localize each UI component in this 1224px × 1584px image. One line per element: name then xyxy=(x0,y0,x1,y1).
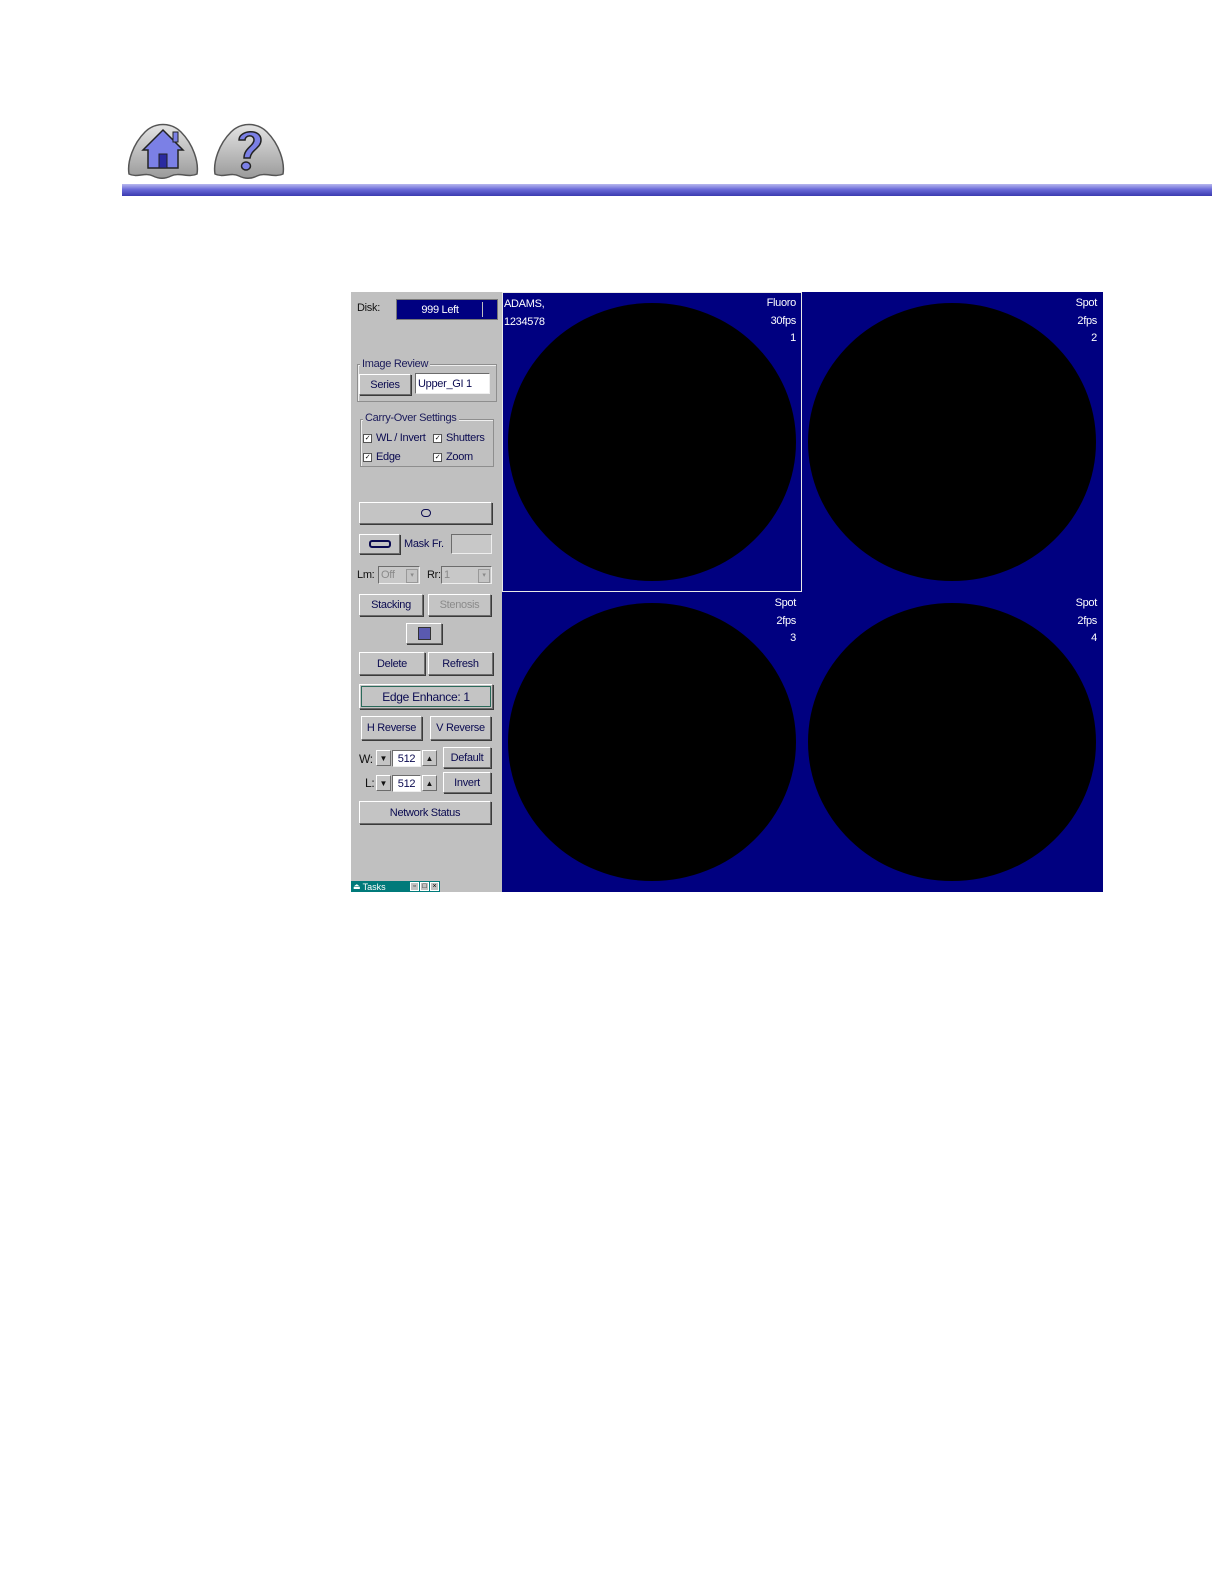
carry-over-title: Carry-Over Settings xyxy=(363,412,459,424)
level-decrease-button[interactable]: ▼ xyxy=(376,775,391,791)
mask-frame-field[interactable] xyxy=(451,534,492,554)
image-index: 4 xyxy=(1091,632,1097,644)
color-swatch-button[interactable] xyxy=(406,623,442,644)
image-field-circle xyxy=(508,303,796,581)
viewport-3[interactable]: Spot 2fps 3 xyxy=(502,592,802,892)
series-field[interactable]: Upper_GI 1 xyxy=(415,373,490,394)
link-icon xyxy=(420,509,431,517)
invert-button[interactable]: Invert xyxy=(443,772,491,793)
chevron-down-icon: ▾ xyxy=(478,569,490,583)
triangle-down-icon: ▼ xyxy=(379,753,388,763)
frame-rate: 2fps xyxy=(1077,614,1097,627)
acquisition-mode: Fluoro xyxy=(766,297,797,309)
image-field-circle xyxy=(808,303,1096,581)
close-icon[interactable]: × xyxy=(430,882,439,891)
home-icon xyxy=(127,123,199,179)
maximize-icon[interactable]: □ xyxy=(420,882,429,891)
acquisition-mode: Spot xyxy=(1075,597,1098,609)
edge-checkbox[interactable]: ✓ Edge xyxy=(363,451,401,463)
frame-rate: 2fps xyxy=(776,614,796,627)
tasks-label: Tasks xyxy=(362,881,386,892)
tasks-taskbar[interactable]: ⏏ Tasks ▫ □ × xyxy=(351,881,440,892)
tasks-menu-icon: ⏏ xyxy=(353,882,361,891)
shutters-checkbox[interactable]: ✓ Shutters xyxy=(433,432,485,444)
mask-frame-label: Mask Fr. xyxy=(404,538,444,550)
rr-label: Rr: xyxy=(427,569,441,581)
wl-invert-checkbox[interactable]: ✓ WL / Invert xyxy=(363,432,426,444)
frame-rate: 30fps xyxy=(770,314,797,327)
chevron-down-icon: ▾ xyxy=(406,569,418,583)
image-field-circle xyxy=(508,603,796,881)
acquisition-info: Fluoro 30fps 1 xyxy=(766,295,797,348)
frame-rate: 2fps xyxy=(1077,314,1097,327)
rr-select[interactable]: 1 ▾ xyxy=(441,566,492,584)
network-status-button[interactable]: Network Status xyxy=(359,801,491,824)
viewport-1[interactable]: ADAMS, 1234578 Fluoro 30fps 1 xyxy=(502,292,802,592)
patient-info: ADAMS, 1234578 xyxy=(504,296,545,331)
acquisition-info: Spot 2fps 4 xyxy=(1075,595,1098,648)
window-label: W: xyxy=(359,752,373,766)
window-value-field[interactable]: 512 xyxy=(392,750,421,767)
h-reverse-button[interactable]: H Reverse xyxy=(361,716,422,740)
image-index: 3 xyxy=(790,632,796,644)
triangle-up-icon: ▲ xyxy=(425,753,434,763)
triangle-up-icon: ▲ xyxy=(425,778,434,788)
patient-id: 1234578 xyxy=(504,315,545,328)
disk-space-field: 999 Left xyxy=(396,299,498,320)
refresh-button[interactable]: Refresh xyxy=(428,652,493,675)
default-button[interactable]: Default xyxy=(443,747,491,768)
mask-icon xyxy=(368,540,391,548)
restore-icon[interactable]: ▫ xyxy=(410,882,419,891)
acquisition-mode: Spot xyxy=(774,597,797,609)
window-increase-button[interactable]: ▲ xyxy=(422,750,437,766)
image-review-title: Image Review xyxy=(360,358,431,370)
acquisition-mode: Spot xyxy=(1075,297,1098,309)
image-review-window: Disk: 999 Left Image Review Series Upper… xyxy=(351,292,1103,892)
image-index: 1 xyxy=(790,332,796,344)
disk-space-value: 999 Left xyxy=(421,303,459,316)
window-decrease-button[interactable]: ▼ xyxy=(376,750,391,766)
lm-label: Lm: xyxy=(357,569,375,581)
home-button[interactable] xyxy=(125,118,201,180)
stacking-button[interactable]: Stacking xyxy=(359,594,423,616)
zoom-checkbox[interactable]: ✓ Zoom xyxy=(433,451,473,463)
header-divider xyxy=(122,184,1212,196)
viewport-4[interactable]: Spot 2fps 4 xyxy=(802,592,1103,892)
triangle-down-icon: ▼ xyxy=(379,778,388,788)
help-button[interactable] xyxy=(211,118,287,180)
acquisition-info: Spot 2fps 3 xyxy=(774,595,797,648)
series-button[interactable]: Series xyxy=(359,374,411,395)
control-panel: Disk: 999 Left Image Review Series Upper… xyxy=(351,292,502,892)
disk-label: Disk: xyxy=(357,302,380,314)
help-question-icon xyxy=(213,123,285,179)
delete-button[interactable]: Delete xyxy=(359,652,425,675)
mask-button[interactable] xyxy=(359,534,400,554)
level-label: L: xyxy=(365,776,375,790)
image-field-circle xyxy=(808,603,1096,881)
level-value-field[interactable]: 512 xyxy=(392,775,421,792)
edge-enhance-button[interactable]: Edge Enhance: 1 xyxy=(359,684,493,709)
image-index: 2 xyxy=(1091,332,1097,344)
stenosis-button[interactable]: Stenosis xyxy=(428,594,491,616)
acquisition-info: Spot 2fps 2 xyxy=(1075,295,1098,348)
patient-name: ADAMS, xyxy=(504,298,545,310)
viewport-2[interactable]: Spot 2fps 2 xyxy=(802,292,1103,592)
v-reverse-button[interactable]: V Reverse xyxy=(430,716,491,740)
lm-select[interactable]: Off ▾ xyxy=(378,566,420,584)
color-swatch-icon xyxy=(417,627,431,640)
level-increase-button[interactable]: ▲ xyxy=(422,775,437,791)
link-button[interactable] xyxy=(359,502,492,524)
